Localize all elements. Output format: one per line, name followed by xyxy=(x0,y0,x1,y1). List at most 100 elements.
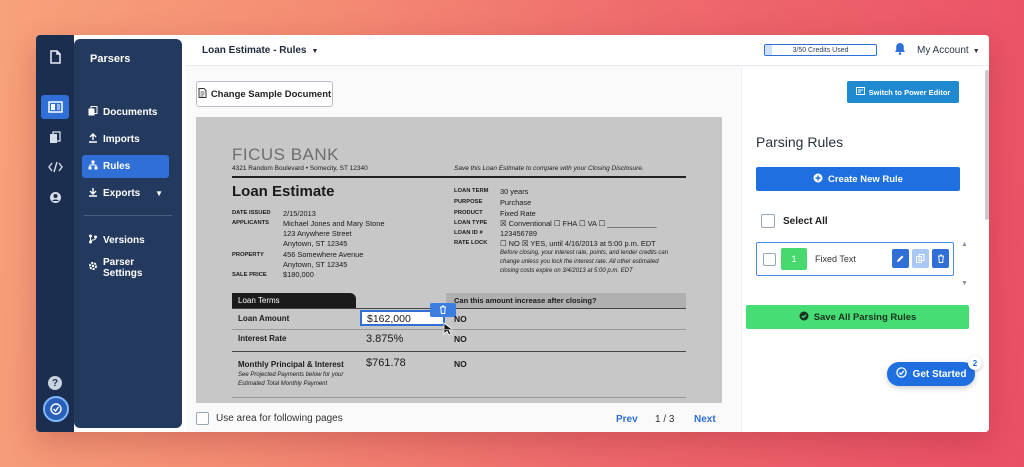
trash-icon xyxy=(439,301,447,319)
get-started-badge: 2 xyxy=(968,356,982,370)
interest-rate-value: 3.875% xyxy=(366,333,404,345)
trash-icon xyxy=(937,250,945,268)
sidebar-item-imports[interactable]: Imports xyxy=(82,128,169,151)
field-label: DATE ISSUED xyxy=(232,210,271,216)
next-page-link[interactable]: Next xyxy=(694,414,716,425)
document-title-dropdown[interactable]: Loan Estimate - Rules ▼ xyxy=(202,45,318,56)
parsers-nav-icon[interactable] xyxy=(41,95,69,119)
field-value: Fixed Rate xyxy=(500,209,536,218)
field-value: Purchase xyxy=(500,198,532,207)
get-started-button[interactable]: Get Started xyxy=(887,362,975,386)
bank-address: 4321 Random Boulevard • Somecity, ST 123… xyxy=(232,165,368,172)
row-divider xyxy=(232,329,686,330)
answer-no: NO xyxy=(454,314,467,324)
document-title: Loan Estimate - Rules xyxy=(202,45,307,56)
field-value: 123 Anywhere Street xyxy=(283,229,352,238)
field-value: $180,000 xyxy=(283,270,314,279)
page-indicator: 1 / 3 xyxy=(655,414,675,425)
check-circle-icon xyxy=(895,367,907,381)
field-value: ☒ Conventional ☐ FHA ☐ VA ☐ ____________ xyxy=(500,219,657,228)
hierarchy-icon xyxy=(88,160,98,173)
field-value: 456 Somewhere Avenue xyxy=(283,250,364,259)
sample-document-preview[interactable]: FICUS BANK 4321 Random Boulevard • Somec… xyxy=(196,117,722,403)
field-label: PURPOSE xyxy=(454,199,483,205)
rate-note: Before closing, your interest rate, poin… xyxy=(500,250,669,256)
check-circle-icon xyxy=(799,311,809,324)
sidebar-item-exports[interactable]: Exports ▼ xyxy=(82,182,169,205)
field-label: LOAN ID # xyxy=(454,230,483,236)
field-value: Anytown, ST 12345 xyxy=(283,239,348,248)
rate-note: change unless you lock the interest rate… xyxy=(500,259,659,265)
switch-to-power-editor-button[interactable]: Switch to Power Editor xyxy=(847,81,959,103)
parsing-rules-title: Parsing Rules xyxy=(756,134,844,150)
rule-checkbox[interactable] xyxy=(763,253,776,266)
documents-icon xyxy=(88,106,98,119)
status-dial-icon[interactable] xyxy=(43,396,69,422)
caret-down-icon[interactable]: ▼ xyxy=(961,280,968,287)
parser-logo-icon[interactable] xyxy=(41,45,69,69)
plus-circle-icon xyxy=(813,173,823,186)
field-label: RATE LOCK xyxy=(454,240,488,246)
documents-nav-icon[interactable] xyxy=(41,125,69,149)
parsing-rules-panel: Switch to Power Editor Parsing Rules Cre… xyxy=(741,66,989,432)
rule-card[interactable]: 1 Fixed Text xyxy=(756,242,954,276)
sidebar-item-label: Imports xyxy=(103,134,140,145)
use-area-checkbox[interactable] xyxy=(196,412,209,425)
use-area-label: Use area for following pages xyxy=(216,413,343,424)
sidebar-divider xyxy=(84,215,172,216)
field-label: PROPERTY xyxy=(232,252,264,258)
change-sample-document-button[interactable]: Change Sample Document xyxy=(196,81,333,107)
use-area-option[interactable]: Use area for following pages xyxy=(196,412,343,425)
rule-number-badge: 1 xyxy=(781,248,807,270)
interest-rate-label: Interest Rate xyxy=(238,334,287,343)
field-value: Michael Jones and Mary Stone xyxy=(283,219,385,228)
monthly-note: See Projected Payments below for your xyxy=(238,372,344,378)
delete-rule-button[interactable] xyxy=(932,249,949,268)
monthly-pi-value: $761.78 xyxy=(366,357,406,369)
change-sample-label: Change Sample Document xyxy=(210,88,332,100)
chevron-down-icon: ▼ xyxy=(972,48,980,55)
sidebar-item-label: Versions xyxy=(103,235,145,246)
select-all-checkbox[interactable] xyxy=(761,214,775,228)
sidebar-item-label: Rules xyxy=(103,161,131,172)
prev-page-link[interactable]: Prev xyxy=(616,414,638,425)
delete-area-button[interactable] xyxy=(430,303,456,317)
field-label: APPLICANTS xyxy=(232,220,270,226)
document-footer: Use area for following pages Prev 1 / 3 … xyxy=(186,406,741,432)
save-all-parsing-rules-button[interactable]: Save All Parsing Rules xyxy=(746,305,969,329)
duplicate-rule-button[interactable] xyxy=(912,249,929,268)
top-bar: Loan Estimate - Rules ▼ 3/50 Credits Used… xyxy=(186,35,989,66)
sidebar-item-documents[interactable]: Documents xyxy=(82,101,169,124)
header-rule xyxy=(232,176,686,178)
copy-icon xyxy=(916,250,925,268)
sidebar-item-rules[interactable]: Rules xyxy=(82,155,169,178)
increase-heading: Can this amount increase after closing? xyxy=(446,293,686,308)
rate-note: closing costs expire on 3/4/2013 at 5:00… xyxy=(500,268,633,274)
main-content: Loan Estimate - Rules ▼ 3/50 Credits Used… xyxy=(186,35,989,432)
field-label: SALE PRICE xyxy=(232,272,267,278)
sidebar-item-label: Exports xyxy=(103,188,141,199)
field-label: PRODUCT xyxy=(454,210,483,216)
select-all-option[interactable]: Select All xyxy=(761,214,828,228)
credits-meter: 3/50 Credits Used xyxy=(764,44,877,56)
loan-terms-tab: Loan Terms xyxy=(232,293,356,308)
loan-estimate-heading: Loan Estimate xyxy=(232,183,335,200)
download-icon xyxy=(88,187,98,200)
code-nav-icon[interactable] xyxy=(41,155,69,179)
edit-rule-button[interactable] xyxy=(892,249,909,268)
create-new-rule-button[interactable]: Create New Rule xyxy=(756,167,960,191)
sidebar-item-versions[interactable]: Versions xyxy=(82,229,169,252)
account-nav-icon[interactable] xyxy=(41,185,69,209)
field-label: LOAN TYPE xyxy=(454,220,488,226)
bank-brand: FICUS BANK xyxy=(232,145,340,164)
row-divider xyxy=(232,397,686,398)
caret-up-icon[interactable]: ▲ xyxy=(961,241,968,248)
sidebar-item-parser-settings[interactable]: Parser Settings xyxy=(82,256,169,279)
bell-icon[interactable] xyxy=(894,42,906,60)
panel-scrollbar[interactable] xyxy=(985,70,989,220)
row-divider xyxy=(232,351,686,352)
field-value: ☐ NO ☒ YES, until 4/16/2013 at 5:00 p.m.… xyxy=(500,239,656,248)
my-account-dropdown[interactable]: My Account ▼ xyxy=(917,45,980,56)
help-icon[interactable]: ? xyxy=(48,376,62,390)
answer-no: NO xyxy=(454,334,467,344)
